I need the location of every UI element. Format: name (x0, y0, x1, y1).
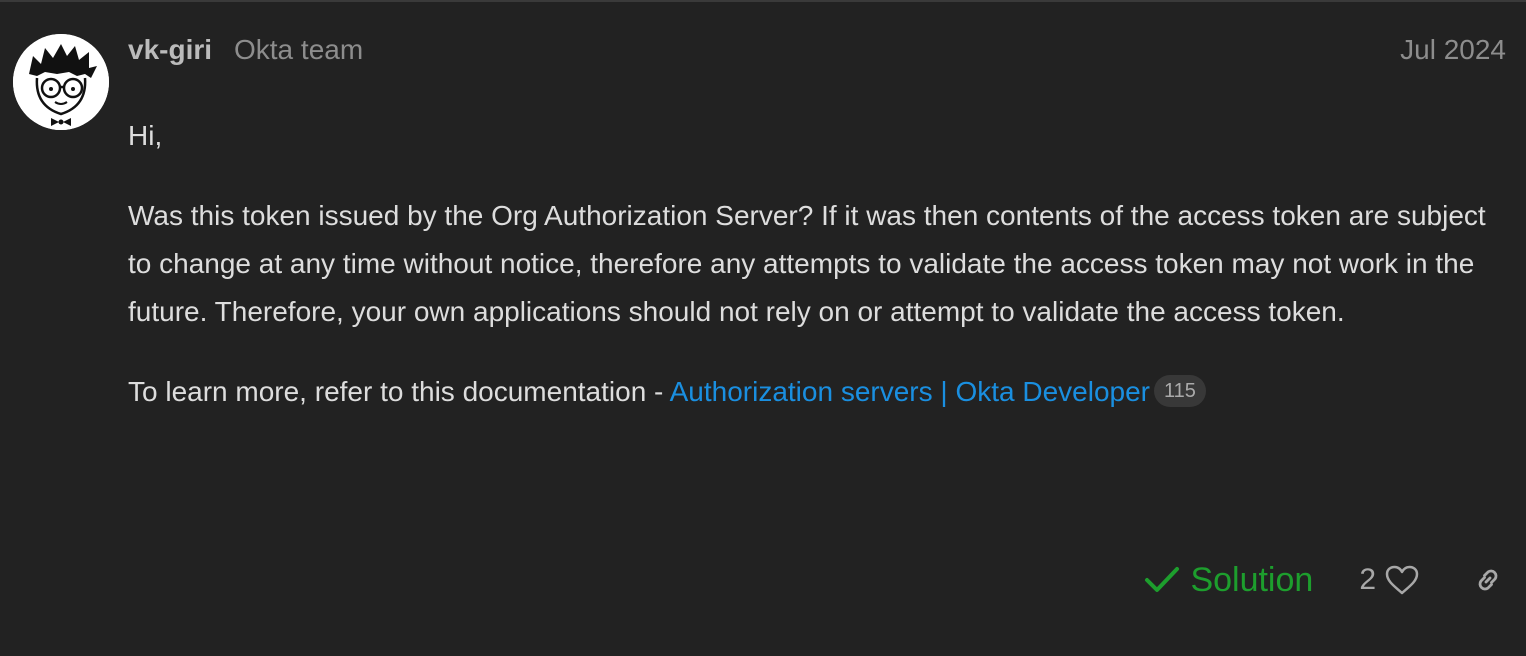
link-click-count-badge: 115 (1153, 375, 1206, 407)
solution-label: Solution (1190, 561, 1314, 599)
post-date[interactable]: Jul 2024 (1400, 32, 1506, 68)
user-title: Okta team (234, 34, 364, 65)
avatar-cartoon-icon (13, 34, 109, 130)
avatar[interactable] (13, 34, 109, 130)
check-icon (1145, 567, 1180, 592)
post-actions: Solution 2 (1144, 558, 1504, 602)
post-header: vk-giri Okta team Jul 2024 (128, 32, 1508, 68)
post-paragraph: Was this token issued by the Org Authori… (128, 200, 1486, 327)
link-icon (1478, 569, 1498, 591)
solution-button[interactable]: Solution (1144, 558, 1313, 602)
doc-reference: To learn more, refer to this documentati… (128, 368, 1498, 416)
post-body: Hi, Was this token issued by the Org Aut… (128, 112, 1498, 416)
doc-intro-text: To learn more, refer to this documentati… (128, 376, 670, 407)
share-link-button[interactable] (1472, 564, 1504, 596)
post-top-border (0, 0, 1526, 2)
like-button[interactable]: 2 (1359, 558, 1420, 602)
documentation-link[interactable]: Authorization servers | Okta Developer (670, 376, 1150, 407)
like-count: 2 (1359, 563, 1376, 596)
heart-icon (1385, 565, 1419, 595)
username[interactable]: vk-giri (128, 32, 212, 68)
greeting-text: Hi, (128, 120, 163, 151)
